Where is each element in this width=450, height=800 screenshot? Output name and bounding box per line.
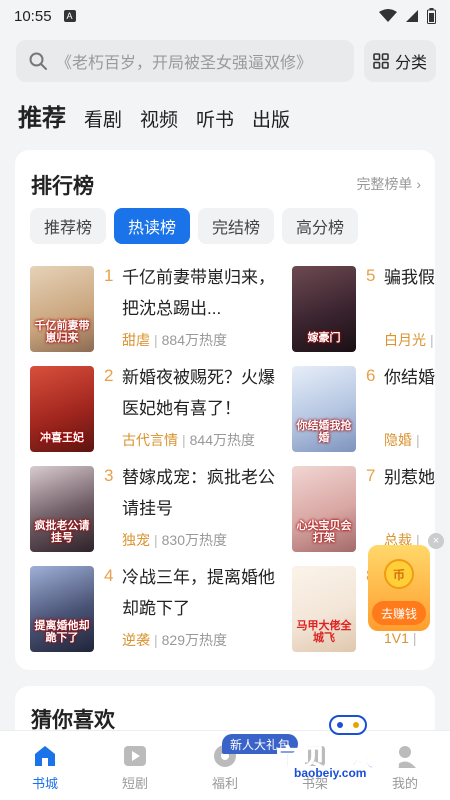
rank-number: 1 xyxy=(104,266,114,285)
book-cover: 提离婚他却跪下了 xyxy=(30,566,94,652)
rank-number: 4 xyxy=(104,566,114,585)
ranking-title: 排行榜 xyxy=(31,175,94,198)
book-cover: 心尖宝贝会打架 xyxy=(292,466,356,552)
category-button[interactable]: 分类 xyxy=(364,40,436,82)
earn-money-button[interactable]: 去赚钱 xyxy=(372,601,426,625)
book-title: 骗我假...嫁豪门... xyxy=(384,268,435,287)
channel-tabs: 推荐 看剧 视频 听书 出版 xyxy=(18,98,290,133)
gamepad-icon xyxy=(329,715,367,735)
category-label: 分类 xyxy=(394,55,427,72)
book-heat: 830万热度 xyxy=(161,532,227,548)
book-cover: 马甲大佬全城飞 xyxy=(292,566,356,652)
cover-text: 心尖宝贝会打架 xyxy=(296,519,352,544)
book-cover: 疯批老公请挂号 xyxy=(30,466,94,552)
grid-icon xyxy=(373,53,389,69)
nav-label: 福利 xyxy=(211,776,238,791)
watermark-url: baobeiy.com xyxy=(294,766,367,780)
cover-text: 提离婚他却跪下了 xyxy=(34,619,90,644)
cover-text: 你结婚我抢婚 xyxy=(296,419,352,444)
coin-icon: 币 xyxy=(384,559,414,589)
tab-publish[interactable]: 出版 xyxy=(252,105,290,132)
search-icon xyxy=(29,52,47,70)
full-ranking-label: 完整榜单 xyxy=(356,176,413,192)
rank-number: 6 xyxy=(366,366,376,385)
full-ranking-link[interactable]: 完整榜单 › xyxy=(356,174,421,194)
tab-video[interactable]: 视频 xyxy=(140,105,178,132)
nav-bookstore[interactable]: 书城 xyxy=(0,731,90,800)
book-title: 别惹她...尖宝贝... xyxy=(384,468,435,487)
book-item[interactable]: 提离婚他却跪下了 4 冷战三年，提离婚他却跪下了 逆袭 | 829万热度 xyxy=(30,566,290,652)
book-item[interactable]: 心尖宝贝会打架 7 别惹她...尖宝贝... 总裁| xyxy=(292,466,435,552)
book-cover: 千亿前妻带崽归来 xyxy=(30,266,94,352)
search-placeholder: 《老朽百岁，开局被圣女强逼双修》 xyxy=(56,55,313,72)
book-tag: 1V1 xyxy=(384,630,409,646)
rank-number: 2 xyxy=(104,366,114,385)
chip-finished[interactable]: 完结榜 xyxy=(198,208,275,244)
book-tag: 隐婚 xyxy=(384,432,412,448)
book-item[interactable]: 冲喜王妃 2 新婚夜被赐死？火爆医妃她有喜了！ 古代言情 | 844万热度 xyxy=(30,366,290,452)
chip-hot[interactable]: 热读榜 xyxy=(114,208,191,244)
close-icon[interactable]: × xyxy=(428,533,444,549)
book-cover: 冲喜王妃 xyxy=(30,366,94,452)
wifi-icon xyxy=(379,9,397,22)
chip-top-rated[interactable]: 高分榜 xyxy=(282,208,359,244)
book-title: 千亿前妻带崽归来，把沈总踢出... xyxy=(122,268,275,318)
tab-drama[interactable]: 看剧 xyxy=(84,105,122,132)
rank-number: 7 xyxy=(366,466,376,485)
home-icon xyxy=(35,746,55,766)
cover-text: 疯批老公请挂号 xyxy=(34,519,90,544)
tab-recommend[interactable]: 推荐 xyxy=(18,98,66,133)
earn-money-widget[interactable]: × 币 去赚钱 xyxy=(368,533,444,631)
signal-icon xyxy=(406,10,418,22)
book-cover: 你结婚我抢婚 xyxy=(292,366,356,452)
status-bar: 10:55 A xyxy=(0,0,450,32)
book-item[interactable]: 千亿前妻带崽归来 1 千亿前妻带崽归来，把沈总踢出... 甜虐 | 884万热度 xyxy=(30,266,290,352)
tab-audiobook[interactable]: 听书 xyxy=(196,105,234,132)
book-item[interactable]: 疯批老公请挂号 3 替嫁成宠：疯批老公请挂号 独宠 | 830万热度 xyxy=(30,466,290,552)
play-icon xyxy=(124,746,146,766)
book-heat: 829万热度 xyxy=(161,632,227,648)
notification-a-icon: A xyxy=(63,10,76,22)
book-heat: 884万热度 xyxy=(161,332,227,348)
nav-label: 短剧 xyxy=(121,776,148,791)
book-tag: 古代言情 xyxy=(122,432,178,448)
book-title: 替嫁成宠：疯批老公请挂号 xyxy=(122,468,275,518)
book-tag: 独宠 xyxy=(122,532,150,548)
chip-recommend[interactable]: 推荐榜 xyxy=(30,208,107,244)
cover-text: 马甲大佬全城飞 xyxy=(296,619,352,644)
book-item[interactable]: 你结婚我抢婚 6 你结婚... 隐婚| xyxy=(292,366,435,452)
book-heat: 844万热度 xyxy=(189,432,255,448)
book-tag: 逆袭 xyxy=(122,632,150,648)
book-title: 你结婚... xyxy=(384,368,435,387)
nav-label: 书城 xyxy=(31,776,58,791)
rank-number: 3 xyxy=(104,466,114,485)
book-title: 新婚夜被赐死？火爆医妃她有喜了！ xyxy=(122,368,275,418)
status-time: 10:55 xyxy=(14,7,52,25)
battery-icon xyxy=(427,8,436,24)
book-cover: 嫁豪门 xyxy=(292,266,356,352)
book-title: 冷战三年，提离婚他却跪下了 xyxy=(122,568,275,618)
cover-text: 千亿前妻带崽归来 xyxy=(34,319,90,344)
nav-short-drama[interactable]: 短剧 xyxy=(90,731,180,800)
book-item[interactable]: 嫁豪门 5 骗我假...嫁豪门... 白月光| xyxy=(292,266,435,352)
book-tag: 白月光 xyxy=(384,332,426,348)
cover-text: 冲喜王妃 xyxy=(40,431,84,444)
search-row: 《老朽百岁，开局被圣女强逼双修》 分类 xyxy=(16,40,436,82)
chevron-right-icon: › xyxy=(416,176,421,192)
ranking-tabs: 推荐榜 热读榜 完结榜 高分榜 xyxy=(30,208,359,244)
search-input[interactable]: 《老朽百岁，开局被圣女强逼双修》 xyxy=(16,40,354,82)
book-tag: 甜虐 xyxy=(122,332,150,348)
rank-number: 5 xyxy=(366,266,376,285)
cover-text: 嫁豪门 xyxy=(307,331,341,344)
watermark: 宝贝游戏网 baobeiy.com xyxy=(276,712,446,782)
